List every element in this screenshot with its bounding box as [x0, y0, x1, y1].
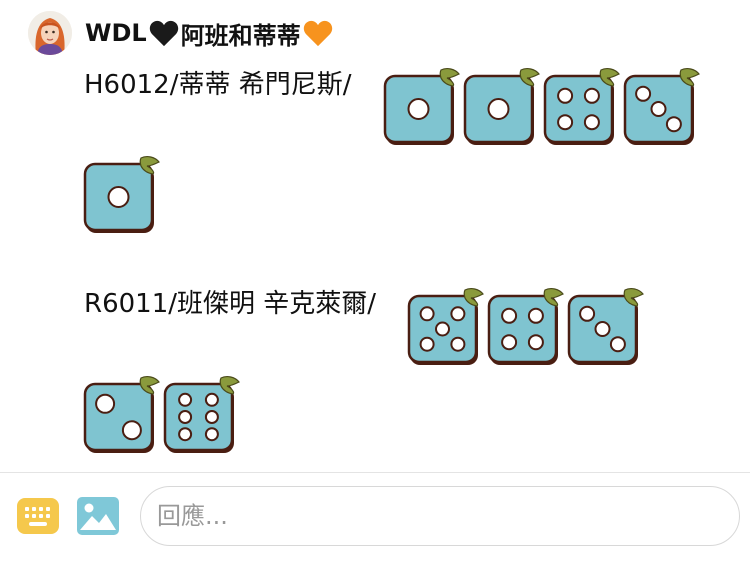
- die-pip: [419, 336, 435, 352]
- die-pip: [204, 410, 219, 424]
- die-pip: [609, 336, 626, 353]
- die-pip: [435, 321, 450, 337]
- die-pip: [121, 420, 142, 441]
- die-pip: [419, 306, 435, 322]
- author-name[interactable]: WDL 阿班和蒂蒂: [85, 16, 335, 51]
- die-face-2: [83, 374, 163, 454]
- image-icon[interactable]: [76, 496, 120, 536]
- die-face-5: [407, 286, 487, 366]
- die-pip: [579, 305, 596, 322]
- die-pip: [487, 98, 510, 120]
- orange-heart-icon: [303, 20, 332, 46]
- die-pip: [527, 307, 544, 324]
- die-face-3: [623, 66, 703, 146]
- composer-divider: [0, 472, 750, 473]
- die-pip: [450, 336, 466, 352]
- die-pip: [178, 427, 193, 442]
- roll-label: R6011/班傑明 辛克萊爾/: [84, 289, 377, 319]
- die-face-6: [163, 374, 243, 454]
- die-pip: [665, 116, 682, 133]
- die-pip: [178, 392, 193, 407]
- die-pip: [204, 392, 219, 407]
- avatar-portrait-icon: [28, 11, 72, 55]
- keyboard-icon[interactable]: [16, 496, 60, 536]
- die-face-1: [83, 154, 163, 234]
- author-name-middle: 阿班和蒂蒂: [180, 21, 301, 50]
- die-face-4: [543, 66, 623, 146]
- die-face-1: [383, 66, 463, 146]
- black-heart-icon: [149, 20, 178, 46]
- die-pip: [557, 114, 574, 131]
- die-pip: [583, 114, 600, 131]
- die-pip: [635, 85, 652, 102]
- die-pip: [594, 321, 611, 337]
- die-pip: [650, 101, 667, 117]
- post-header: WDL 阿班和蒂蒂: [28, 10, 335, 56]
- die-face-4: [487, 286, 567, 366]
- die-pip: [501, 334, 518, 351]
- die-pip: [107, 186, 130, 208]
- reply-input[interactable]: [140, 486, 740, 546]
- die-pip: [501, 307, 518, 324]
- die-pip: [204, 427, 219, 442]
- die-pip: [95, 393, 116, 414]
- die-pip: [527, 334, 544, 351]
- die-pip: [178, 410, 193, 424]
- die-pip: [557, 87, 574, 104]
- author-name-prefix: WDL: [85, 19, 147, 47]
- die-pip: [450, 306, 466, 322]
- die-face-3: [567, 286, 647, 366]
- roll-label: H6012/蒂蒂 希門尼斯/: [84, 70, 352, 100]
- die-pip: [407, 98, 430, 120]
- die-pip: [583, 87, 600, 104]
- die-face-1: [463, 66, 543, 146]
- avatar[interactable]: [28, 11, 72, 55]
